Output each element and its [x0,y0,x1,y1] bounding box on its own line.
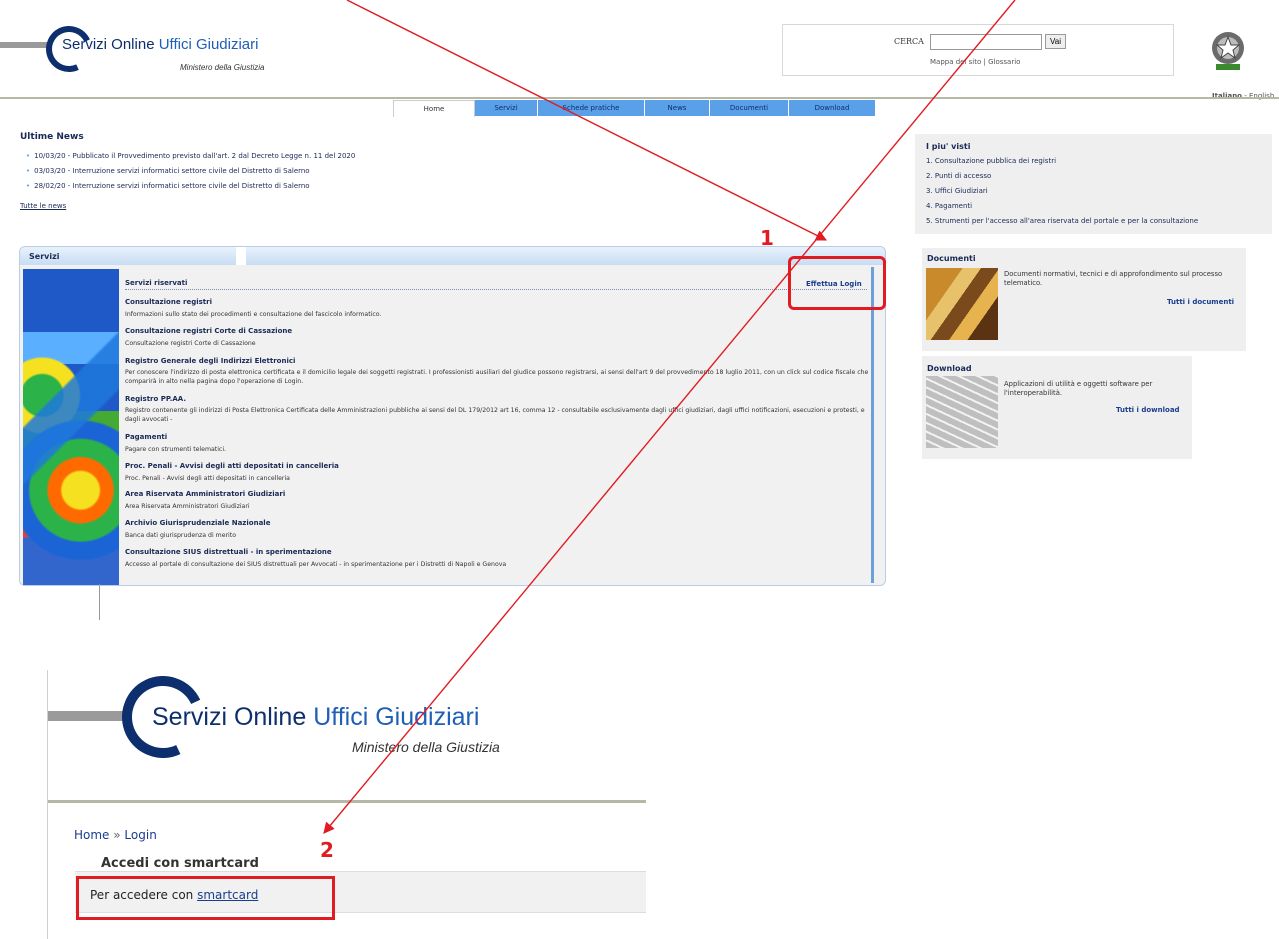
services-panel: Servizi Servizi riservati Effettua Login… [19,246,886,586]
services-panel-title: Servizi [29,252,60,261]
breadcrumb-sep: » [109,828,125,842]
breadcrumb-current: Login [124,828,157,842]
login-site-title[interactable]: Servizi Online Uffici Giudiziari [152,703,479,732]
most-viewed-item[interactable]: 2. Punti di accesso [926,172,991,180]
login-site-title-part2: Uffici Giudiziari [313,703,480,731]
most-viewed-item[interactable]: 3. Uffici Giudiziari [926,187,988,195]
news-item[interactable]: 10/03/20 - Pubblicato il Provvedimento p… [26,152,355,160]
tab-home[interactable]: Home [393,100,475,117]
main-nav: Home Servizi Schede pratiche News Docume… [393,100,876,117]
news-item[interactable]: 03/03/20 - Interruzione servizi informat… [26,167,309,175]
step-2-label: 2 [320,838,334,862]
tab-download[interactable]: Download [789,100,876,116]
news-title: Ultime News [20,132,84,142]
login-header-divider [48,800,646,803]
smartcard-section-title: Accedi con smartcard [101,856,259,871]
service-desc: Informazioni sullo stato dei procediment… [125,311,382,318]
services-panel-header [20,247,885,265]
service-title[interactable]: Consultazione SIUS distrettuali - in spe… [125,548,332,556]
service-desc: Per conoscere l'indirizzo di posta elett… [125,369,869,385]
all-downloads-link[interactable]: Tutti i download [1116,406,1180,414]
service-desc: Area Riservata Amministratori Giudiziari [125,503,250,510]
reserved-divider [125,289,867,290]
documents-image [926,268,998,340]
search-label: CERCA [894,37,924,46]
reserved-services-title: Servizi riservati [125,279,188,287]
tab-news[interactable]: News [645,100,710,116]
search-links[interactable]: Mappa del sito | Glossario [930,58,1020,66]
service-title[interactable]: Consultazione registri Corte di Cassazio… [125,327,292,335]
service-title[interactable]: Archivio Giurisprudenziale Nazionale [125,519,270,527]
panel-tail-line [99,584,100,620]
downloads-desc: Applicazioni di utilità e oggetti softwa… [1004,380,1153,397]
breadcrumb: Home » Login [74,828,157,842]
site-title-part1: Servizi Online [62,36,155,53]
site-title[interactable]: Servizi Online Uffici Giudiziari [62,36,258,53]
site-subtitle: Ministero della Giustizia [180,63,265,72]
keyboard-image [926,376,998,448]
service-title[interactable]: Area Riservata Amministratori Giudiziari [125,490,285,498]
all-news-link[interactable]: Tutte le news [20,202,66,210]
site-title-part2: Uffici Giudiziari [158,36,259,53]
service-title[interactable]: Registro PP.AA. [125,395,186,403]
service-title[interactable]: Pagamenti [125,433,167,441]
arrow-to-step-1 [346,0,828,241]
login-highlight-box [788,256,886,310]
header-divider [0,97,1279,99]
service-desc: Registro contenente gli indirizzi di Pos… [125,407,865,423]
login-logo-stripe [48,711,128,721]
service-desc: Proc. Penali - Avvisi degli atti deposit… [125,475,290,482]
smartcard-highlight-box [76,876,335,920]
service-desc: Consultazione registri Corte di Cassazio… [125,340,256,347]
documents-desc: Documenti normativi, tecnici e di approf… [1004,270,1223,287]
step-1-label: 1 [760,226,774,250]
login-site-subtitle: Ministero della Giustizia [352,739,500,755]
documents-title: Documenti [927,254,976,263]
most-viewed-item[interactable]: 1. Consultazione pubblica dei registri [926,157,1056,165]
login-site-title-part1: Servizi Online [152,703,307,731]
news-item[interactable]: 28/02/20 - Interruzione servizi informat… [26,182,309,190]
breadcrumb-home[interactable]: Home [74,828,109,842]
tab-documenti[interactable]: Documenti [710,100,789,116]
most-viewed-item[interactable]: 5. Strumenti per l'accesso all'area rise… [926,217,1198,225]
service-desc: Accesso al portale di consultazione dei … [125,561,507,568]
service-desc: Banca dati giurisprudenza di merito [125,532,236,539]
service-title[interactable]: Registro Generale degli Indirizzi Elettr… [125,357,295,365]
search-button[interactable]: Vai [1045,34,1066,49]
service-title[interactable]: Proc. Penali - Avvisi degli atti deposit… [125,462,339,470]
tab-servizi[interactable]: Servizi [475,100,538,116]
search-box: CERCA Vai Mappa del sito | Glossario [782,24,1174,76]
search-input[interactable] [930,34,1042,50]
italian-emblem-icon [1212,32,1244,70]
most-viewed-item[interactable]: 4. Pagamenti [926,202,972,210]
most-viewed-title: I piu' visti [926,142,971,151]
logo-stripe [0,42,48,48]
service-title[interactable]: Consultazione registri [125,298,212,306]
tab-schede-pratiche[interactable]: Schede pratiche [538,100,645,116]
services-scrollbar[interactable] [871,267,874,583]
services-decorative-image [23,269,119,585]
all-documents-link[interactable]: Tutti i documenti [1167,298,1234,306]
downloads-title: Download [927,364,972,373]
service-desc: Pagare con strumenti telematici. [125,446,227,453]
